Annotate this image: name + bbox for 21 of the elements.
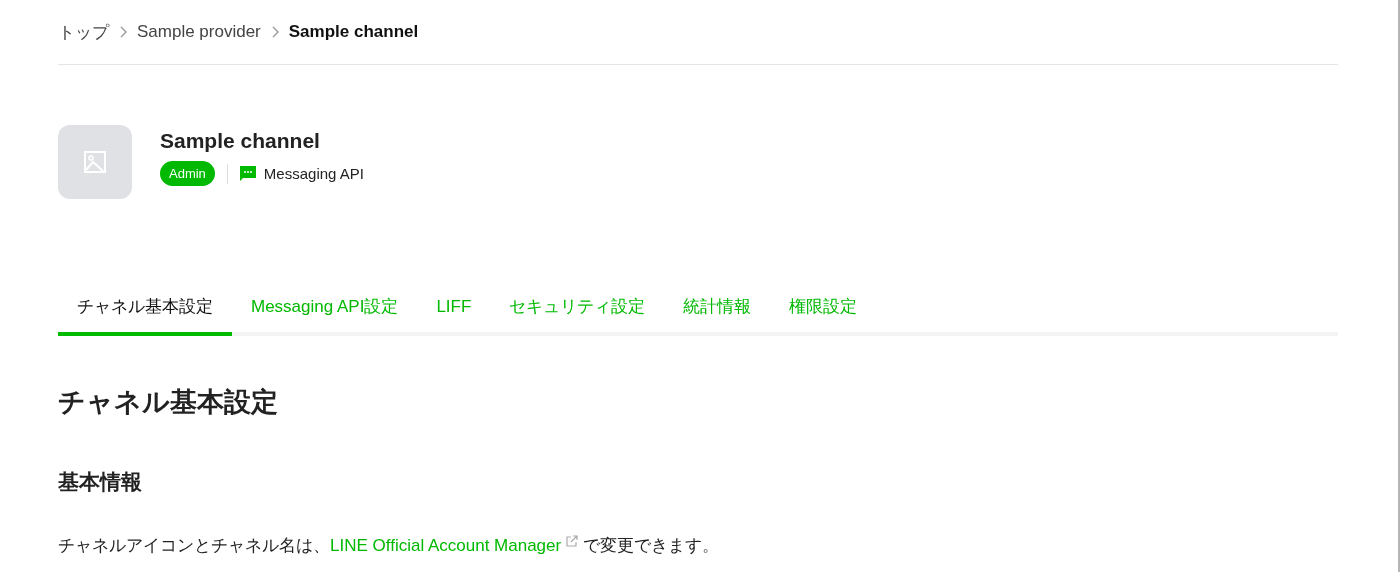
tab[interactable]: セキュリティ設定 [490, 285, 665, 336]
description-text: チャネルアイコンとチャネル名は、LINE Official Account Manager で変更できます。 [58, 534, 720, 557]
breadcrumb-link[interactable]: Sample channel [288, 22, 419, 42]
breadcrumb-link[interactable]: トップ [58, 20, 109, 44]
tab[interactable]: 統計情報 [664, 285, 771, 336]
account-manager-link[interactable]: LINE Official Account Manager [330, 536, 562, 555]
channel-type: Messaging API [263, 165, 364, 182]
external-link-icon [565, 535, 578, 547]
role-badge: Admin [160, 161, 215, 186]
chevron-right-icon [119, 26, 127, 38]
image-icon [84, 151, 106, 173]
tab[interactable]: チャネル基本設定 [58, 285, 232, 336]
channel-name: Sample channel [160, 129, 321, 153]
tab[interactable]: Messaging API設定 [232, 285, 418, 336]
section-title: 基本情報 [58, 469, 143, 495]
chat-icon [239, 166, 256, 181]
page-title: チャネル基本設定 [58, 386, 279, 419]
tab[interactable]: LIFF [417, 285, 491, 336]
tab[interactable]: 権限設定 [770, 285, 877, 336]
chevron-right-icon [270, 26, 279, 38]
breadcrumb-link[interactable]: Sample provider [137, 22, 261, 42]
